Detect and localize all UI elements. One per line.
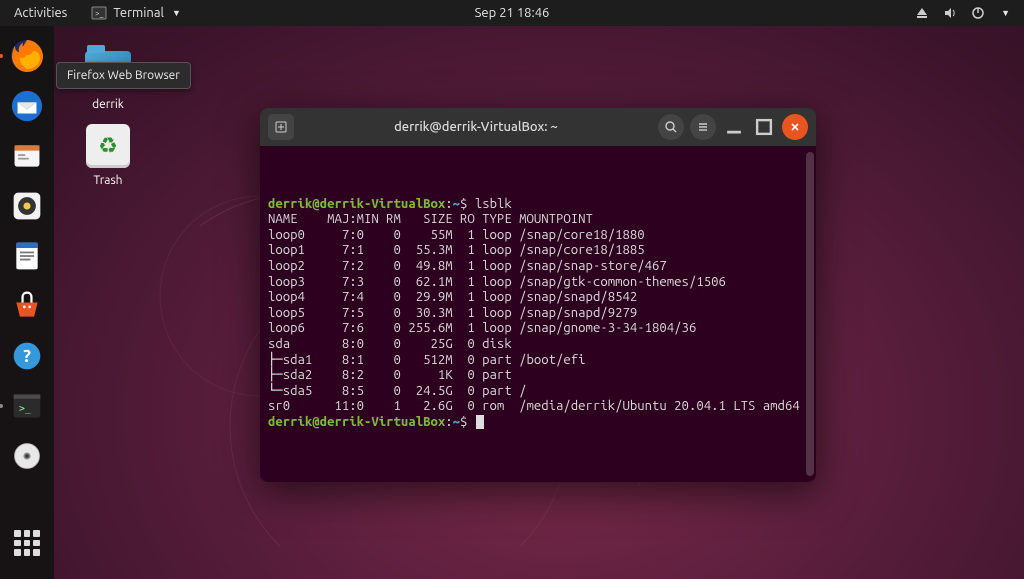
cd-icon <box>11 440 43 472</box>
help-icon: ? <box>11 340 43 372</box>
show-applications[interactable] <box>5 521 49 565</box>
trash[interactable]: ♻ Trash <box>72 122 144 187</box>
chevron-down-icon: ▼ <box>172 8 181 18</box>
new-tab-button[interactable] <box>268 114 294 140</box>
terminal-window[interactable]: derrik@derrik-VirtualBox: ~ derrik@derri… <box>260 108 816 482</box>
software-icon <box>11 290 43 322</box>
top-panel: Activities >_ Terminal ▼ Sep 21 18:46 ▼ <box>0 0 1024 26</box>
close-button[interactable] <box>782 114 808 140</box>
firefox-icon <box>9 38 45 74</box>
home-folder-label: derrik <box>72 98 144 111</box>
search-button[interactable] <box>658 114 684 140</box>
app-menu[interactable]: >_ Terminal ▼ <box>81 5 191 21</box>
chevron-down-icon: ▼ <box>1001 8 1010 18</box>
thunderbird-icon <box>10 89 44 123</box>
dock: ? >_ <box>0 26 54 579</box>
rhythmbox-icon <box>11 190 43 222</box>
dock-help[interactable]: ? <box>5 334 49 378</box>
scrollbar[interactable] <box>806 152 814 476</box>
dock-rhythmbox[interactable] <box>5 184 49 228</box>
apps-grid-icon <box>14 530 40 556</box>
power-icon[interactable] <box>971 6 985 20</box>
files-icon <box>11 140 43 172</box>
trash-label: Trash <box>72 174 144 187</box>
trash-icon: ♻ <box>84 122 132 170</box>
volume-icon[interactable] <box>943 6 957 20</box>
activities-button[interactable]: Activities <box>0 6 81 20</box>
writer-icon <box>11 240 43 272</box>
clock[interactable]: Sep 21 18:46 <box>475 6 550 20</box>
window-title: derrik@derrik-VirtualBox: ~ <box>300 120 652 134</box>
app-menu-label: Terminal <box>113 6 164 20</box>
dock-files[interactable] <box>5 134 49 178</box>
window-titlebar[interactable]: derrik@derrik-VirtualBox: ~ <box>260 108 816 146</box>
minimize-button[interactable] <box>722 115 746 139</box>
desktop[interactable]: derrik ♻ Trash Firefox Web Browser derri… <box>0 26 1024 579</box>
svg-text:>_: >_ <box>95 9 104 18</box>
network-icon[interactable] <box>915 6 929 20</box>
dock-software[interactable] <box>5 284 49 328</box>
dock-firefox[interactable] <box>5 34 49 78</box>
dock-thunderbird[interactable] <box>5 84 49 128</box>
maximize-button[interactable] <box>752 115 776 139</box>
dock-tooltip: Firefox Web Browser <box>56 62 191 89</box>
dock-writer[interactable] <box>5 234 49 278</box>
dock-disc[interactable] <box>5 434 49 478</box>
terminal-icon: >_ <box>11 390 43 422</box>
terminal-menu-icon: >_ <box>91 5 107 21</box>
terminal-body[interactable]: derrik@derrik-VirtualBox:~$ lsblkNAME MA… <box>260 146 816 482</box>
svg-text:>_: >_ <box>19 403 31 414</box>
menu-button[interactable] <box>690 114 716 140</box>
dock-terminal[interactable]: >_ <box>5 384 49 428</box>
system-tray[interactable]: ▼ <box>915 6 1024 20</box>
svg-text:?: ? <box>23 346 31 366</box>
